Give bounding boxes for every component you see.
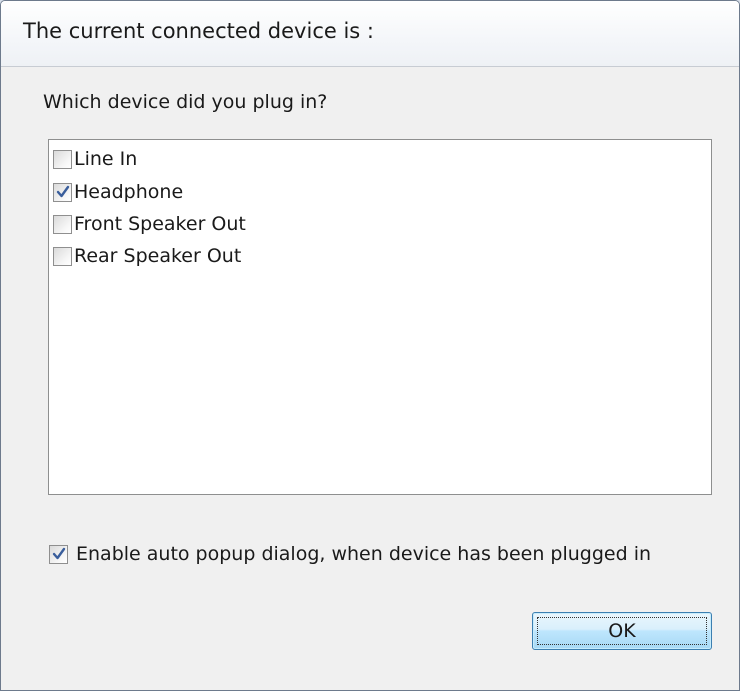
headphone-checkbox[interactable] [53,182,72,202]
device-list[interactable]: Line In Headphone Front Speaker Out Rear… [48,139,712,495]
list-item-headphone[interactable]: Headphone [53,178,183,206]
list-item-rear-speaker-out[interactable]: Rear Speaker Out [53,242,241,270]
auto-popup-checkbox[interactable] [49,544,68,564]
list-item-front-speaker-out[interactable]: Front Speaker Out [53,210,246,238]
checkmark-icon [52,547,65,560]
line-in-label: Line In [74,148,138,170]
front-speaker-out-checkbox[interactable] [53,214,72,234]
title-bar: The current connected device is : [1,1,739,67]
headphone-label: Headphone [74,181,184,203]
rear-speaker-out-label: Rear Speaker Out [74,245,242,267]
auto-popup-label: Enable auto popup dialog, when device ha… [76,543,652,565]
device-prompt: Which device did you plug in? [43,91,328,113]
checkmark-icon [56,185,69,198]
list-item-line-in[interactable]: Line In [53,145,137,173]
dialog-title: The current connected device is : [23,19,374,43]
ok-button-label: OK [537,617,707,645]
auto-popup-option[interactable]: Enable auto popup dialog, when device ha… [49,543,651,565]
line-in-checkbox[interactable] [53,149,72,169]
ok-button[interactable]: OK [532,612,712,650]
dialog-window: The current connected device is : Which … [0,0,740,691]
rear-speaker-out-checkbox[interactable] [53,246,72,266]
front-speaker-out-label: Front Speaker Out [74,213,246,235]
